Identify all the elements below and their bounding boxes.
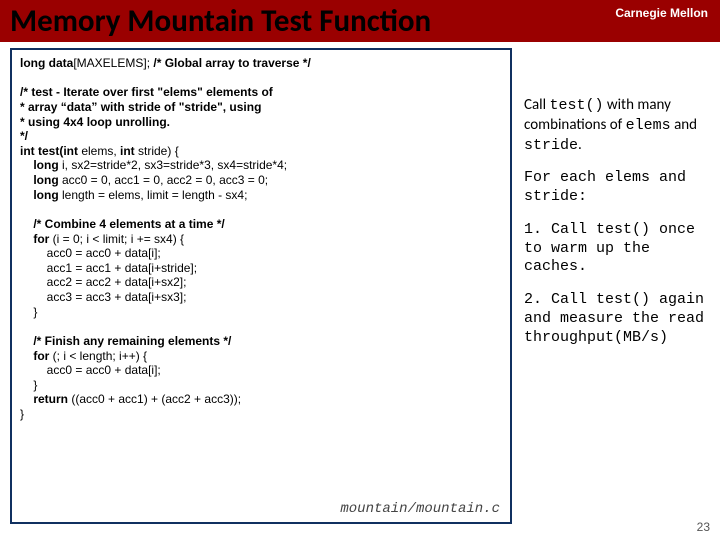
code-listing: long data[MAXELEMS]; /* Global array to … [10, 48, 512, 524]
code-comment: */ [20, 129, 502, 144]
notes-column: Call test() with many combinations of el… [524, 96, 710, 361]
code-token: int [120, 144, 138, 158]
code-line: for (i = 0; i < limit; i += sx4) { [20, 232, 502, 247]
note-code: elems [626, 117, 671, 134]
code-token: [MAXELEMS]; [73, 56, 153, 70]
code-token: elems, [81, 144, 120, 158]
note-text: 2. Call [524, 291, 596, 308]
note-code: test() [596, 291, 650, 308]
code-token: long data [20, 56, 73, 70]
code-line: } [20, 378, 502, 393]
code-line: acc0 = acc0 + data[i]; [20, 363, 502, 378]
note-text: 1. Call [524, 221, 596, 238]
code-line: acc2 = acc2 + data[i+sx2]; [20, 275, 502, 290]
code-token: for [20, 232, 53, 246]
code-token: long [20, 158, 62, 172]
note-code: stride [524, 137, 578, 154]
note-paragraph: Call test() with many combinations of el… [524, 96, 710, 155]
code-line: long length = elems, limit = length - sx… [20, 188, 502, 203]
code-line: long data[MAXELEMS]; /* Global array to … [20, 56, 502, 71]
slide-root: Carnegie Mellon Memory Mountain Test Fun… [0, 0, 720, 540]
code-token: for [20, 349, 53, 363]
note-text: and [671, 116, 697, 134]
code-token: length = elems, limit = length - sx4; [62, 188, 247, 202]
note-paragraph: 2. Call test() again and measure the rea… [524, 291, 710, 347]
note-paragraph: 1. Call test() once to warm up the cache… [524, 221, 710, 277]
code-comment: * array “data” with stride of "stride", … [20, 100, 502, 115]
brand-label: Carnegie Mellon [615, 6, 708, 20]
code-token: int test(int [20, 144, 81, 158]
code-line: } [20, 305, 502, 320]
note-text: Call [524, 96, 549, 114]
code-line: acc3 = acc3 + data[i+sx3]; [20, 290, 502, 305]
code-token: (; i < length; i++) { [53, 349, 147, 363]
code-comment: /* Combine 4 elements at a time */ [20, 217, 502, 232]
code-token: long [20, 188, 62, 202]
code-token: i, sx2=stride*2, sx3=stride*3, sx4=strid… [62, 158, 287, 172]
code-comment: * using 4x4 loop unrolling. [20, 115, 502, 130]
code-line: } [20, 407, 502, 422]
note-code: test() [596, 221, 650, 238]
note-code: test() [549, 97, 603, 114]
code-comment: /* Global array to traverse */ [153, 56, 310, 70]
code-line: for (; i < length; i++) { [20, 349, 502, 364]
page-number: 23 [697, 520, 710, 534]
slide-title: Memory Mountain Test Function [10, 2, 431, 40]
code-token: (i = 0; i < limit; i += sx4) { [53, 232, 184, 246]
code-line: long acc0 = 0, acc1 = 0, acc2 = 0, acc3 … [20, 173, 502, 188]
code-line: long i, sx2=stride*2, sx3=stride*3, sx4=… [20, 158, 502, 173]
code-comment: /* test - Iterate over first "elems" ele… [20, 85, 502, 100]
code-comment: /* Finish any remaining elements */ [20, 334, 502, 349]
code-line: acc0 = acc0 + data[i]; [20, 246, 502, 261]
code-token: acc0 = 0, acc1 = 0, acc2 = 0, acc3 = 0; [62, 173, 268, 187]
code-token: stride) { [138, 144, 179, 158]
source-filename: mountain/mountain.c [340, 501, 500, 518]
code-token: long [20, 173, 62, 187]
code-token: ((acc0 + acc1) + (acc2 + acc3)); [71, 392, 241, 406]
code-line: acc1 = acc1 + data[i+stride]; [20, 261, 502, 276]
code-token: return [20, 392, 71, 406]
note-paragraph: For each elems and stride: [524, 169, 710, 207]
note-text: . [578, 136, 582, 154]
code-line: int test(int elems, int stride) { [20, 144, 502, 159]
code-line: return ((acc0 + acc1) + (acc2 + acc3)); [20, 392, 502, 407]
